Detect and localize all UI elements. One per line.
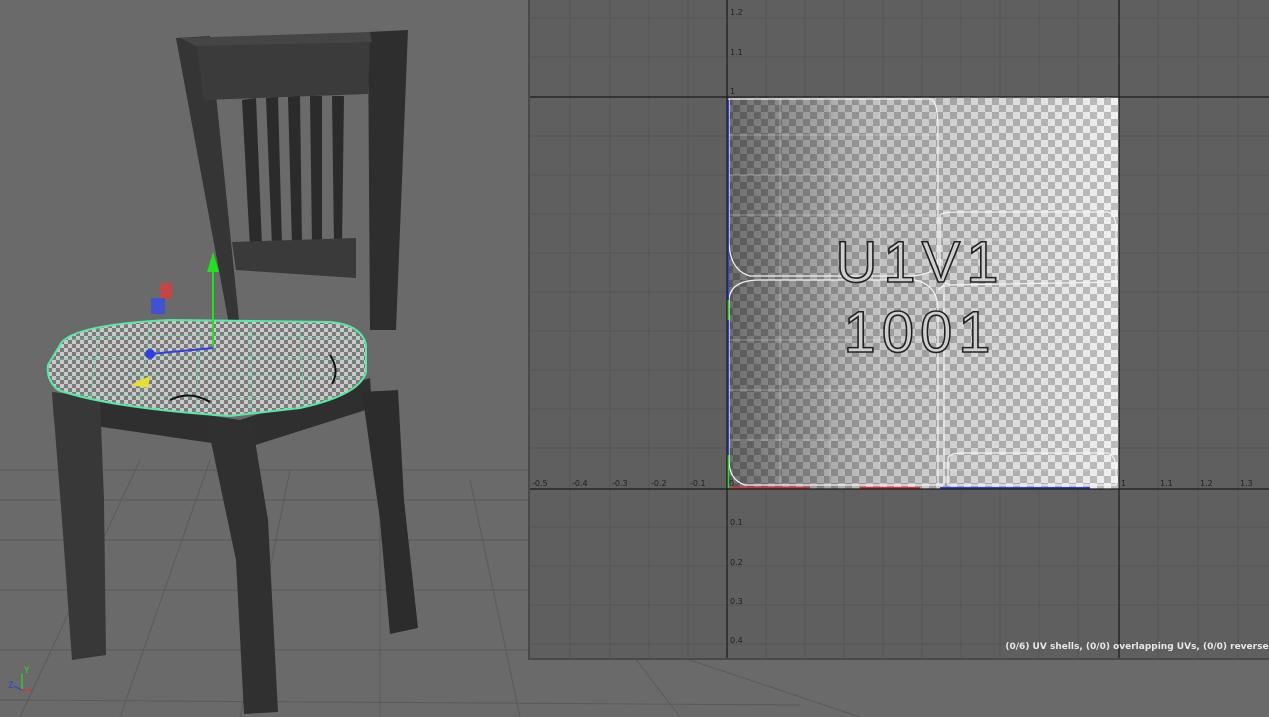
u-tick: 1 (1121, 479, 1127, 488)
v-tick: 0.1 (730, 518, 743, 527)
v-tick: 1.2 (730, 8, 743, 17)
v-tick: 1.1 (730, 48, 743, 57)
v-tick: 1 (730, 87, 736, 96)
u-tick: -0.3 (612, 479, 628, 488)
chair-lower-rail (232, 238, 356, 278)
axis-y-label: Y (24, 666, 30, 676)
manip-plane-blue (151, 298, 165, 314)
u-tick: -0.1 (690, 479, 706, 488)
manip-plane-red (160, 283, 172, 299)
manip-z-handle (145, 349, 155, 359)
chair-back-post-right (368, 30, 408, 330)
u-tick: 1.2 (1200, 479, 1213, 488)
chair-leg-front-right (206, 418, 278, 714)
chair-top-rail (196, 40, 370, 100)
u-tick: 1.3 (1240, 479, 1253, 488)
u-tick: -0.2 (651, 479, 667, 488)
uv-tile-name: U1V1 (835, 229, 1005, 296)
v-tick: 0.4 (730, 636, 743, 645)
uv-tile-label: U1V1 1001 (720, 228, 1120, 368)
u-tick: -0.5 (532, 479, 548, 488)
u-tick: 1.1 (1160, 479, 1173, 488)
uv-status-text: (0/6) UV shells, (0/0) overlapping UVs, … (1005, 642, 1269, 652)
uv-tile-number: 1001 (843, 299, 997, 366)
axis-z-label: Z (8, 681, 14, 691)
u-tick: -0.4 (572, 479, 588, 488)
chair-back-slats (242, 96, 344, 248)
chair-model (46, 30, 418, 714)
view-axis-indicator (13, 674, 32, 691)
chair-leg-back-right (362, 390, 418, 634)
uv-editor-panel[interactable]: U1V1 1001 -0.5 -0.4 -0.3 -0.2 -0.1 0 1 1… (528, 0, 1269, 660)
v-tick: 0.3 (730, 597, 743, 606)
u-tick: 0 (729, 479, 735, 488)
chair-leg-front-left (52, 392, 106, 660)
v-tick: 0.2 (730, 558, 743, 567)
